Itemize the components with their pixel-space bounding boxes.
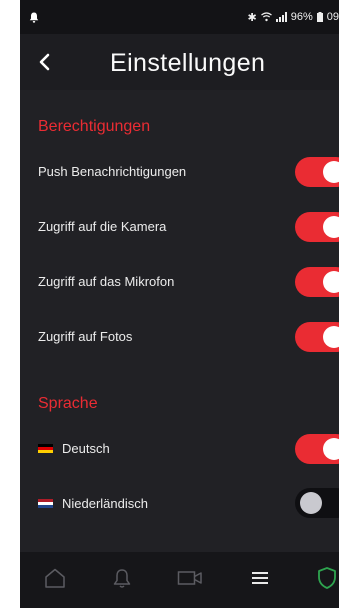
nav-home[interactable] bbox=[40, 563, 70, 593]
setting-label-photos: Zugriff auf Fotos bbox=[38, 329, 133, 344]
header: Einstellungen bbox=[20, 34, 339, 90]
home-icon bbox=[45, 568, 65, 588]
german-flag-icon bbox=[38, 443, 53, 454]
toggle-photos-access[interactable] bbox=[295, 322, 339, 352]
bluetooth-icon: ✱ bbox=[247, 11, 257, 24]
page-title: Einstellungen bbox=[110, 49, 266, 77]
setting-label-push: Push Benachrichtigungen bbox=[38, 164, 187, 179]
toggle-knob bbox=[323, 161, 339, 183]
bottom-nav bbox=[20, 552, 339, 608]
toggle-microphone-access[interactable] bbox=[295, 267, 339, 297]
notification-bell-icon bbox=[29, 12, 39, 23]
battery-percent: 96% bbox=[290, 11, 313, 23]
language-item-german: Deutsch bbox=[38, 441, 110, 456]
toggle-push-notifications[interactable] bbox=[295, 157, 339, 187]
setting-label-microphone: Zugriff auf das Mikrofon bbox=[38, 274, 175, 289]
toggle-knob bbox=[323, 326, 339, 348]
language-item-dutch: Niederländisch bbox=[38, 496, 148, 511]
toggle-camera-access[interactable] bbox=[295, 212, 339, 242]
menu-icon bbox=[252, 572, 268, 584]
setting-label-camera: Zugriff auf die Kamera bbox=[38, 219, 167, 234]
toggle-language-dutch[interactable] bbox=[295, 488, 339, 518]
wifi-icon bbox=[260, 12, 272, 22]
dutch-flag-icon bbox=[38, 498, 53, 509]
video-camera-icon bbox=[177, 571, 202, 585]
language-label-german: Deutsch bbox=[62, 441, 110, 456]
nav-menu[interactable] bbox=[245, 563, 275, 593]
status-bar: ✱ 96% 09 bbox=[20, 0, 339, 34]
app-screen: ✱ 96% 09 Einstellungen Berechtigungen Pu… bbox=[20, 0, 339, 608]
language-label-dutch: Niederländisch bbox=[62, 496, 148, 511]
toggle-knob bbox=[323, 216, 339, 238]
toggle-knob bbox=[323, 438, 339, 460]
section-title-permissions: Berechtigungen bbox=[38, 118, 151, 135]
clock: 09 bbox=[326, 11, 339, 23]
shield-icon bbox=[318, 567, 336, 589]
battery-icon bbox=[316, 12, 323, 22]
signal-icon bbox=[275, 12, 287, 22]
toggle-knob bbox=[323, 271, 339, 293]
bell-icon bbox=[113, 569, 131, 588]
chevron-left-icon[interactable] bbox=[34, 49, 56, 75]
nav-notifications[interactable] bbox=[107, 563, 137, 593]
status-indicators: ✱ 96% 09 bbox=[248, 11, 339, 24]
nav-security[interactable] bbox=[312, 563, 339, 593]
toggle-knob bbox=[300, 492, 322, 514]
section-title-language: Sprache bbox=[38, 395, 98, 412]
toggle-language-german[interactable] bbox=[295, 434, 339, 464]
nav-video[interactable] bbox=[175, 563, 205, 593]
